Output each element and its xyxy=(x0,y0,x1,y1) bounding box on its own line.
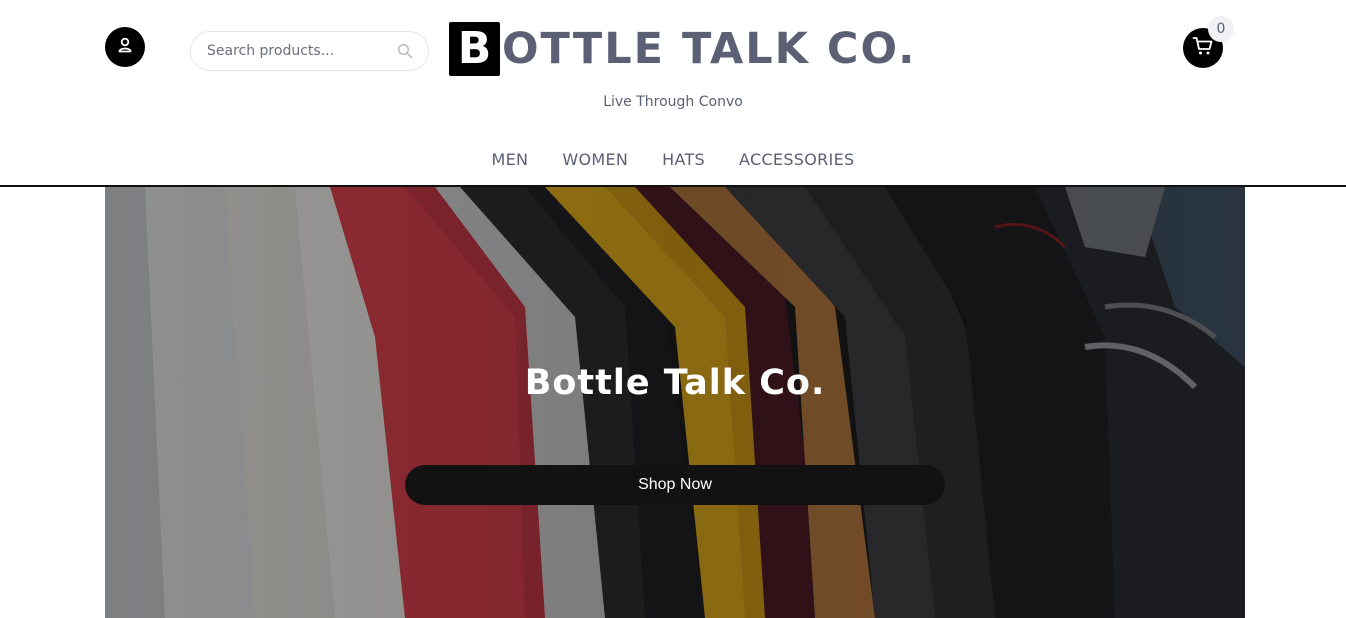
search-input[interactable] xyxy=(207,43,396,59)
hero-banner: Bottle Talk Co. Shop Now xyxy=(105,187,1245,618)
account-button[interactable] xyxy=(105,27,145,67)
shop-now-button[interactable]: Shop Now xyxy=(405,465,945,505)
logo-text: OTTLE TALK CO. xyxy=(502,23,917,74)
main-nav: MEN WOMEN HATS ACCESSORIES xyxy=(0,150,1346,169)
site-tagline: Live Through Convo xyxy=(603,94,743,110)
nav-item-hats[interactable]: HATS xyxy=(662,150,705,169)
search-icon[interactable] xyxy=(396,42,414,60)
cart-count-badge: 0 xyxy=(1208,16,1234,42)
hero-title: Bottle Talk Co. xyxy=(524,363,826,403)
user-icon xyxy=(116,36,134,59)
logo-letter-box: B xyxy=(449,22,500,76)
nav-item-men[interactable]: MEN xyxy=(492,150,529,169)
search-bar xyxy=(190,31,429,71)
nav-item-accessories[interactable]: ACCESSORIES xyxy=(739,150,854,169)
nav-item-women[interactable]: WOMEN xyxy=(562,150,628,169)
cart-icon xyxy=(1192,36,1214,61)
site-logo[interactable]: B OTTLE TALK CO. xyxy=(449,22,916,76)
